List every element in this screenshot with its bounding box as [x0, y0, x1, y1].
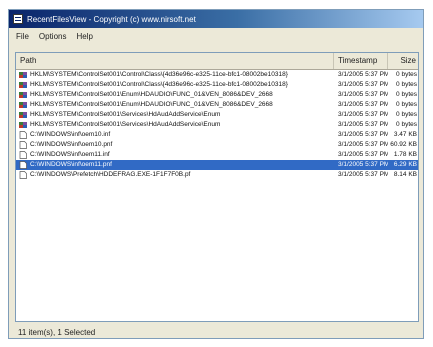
file-icon [19, 161, 27, 169]
table-row[interactable]: HKLM\SYSTEM\ControlSet001\Control\Class\… [16, 80, 418, 90]
cell-path: C:\WINDOWS\inf\oem11.pnf [30, 161, 112, 168]
cell-size: 0 bytes [396, 121, 417, 128]
cell-path: C:\WINDOWS\inf\oem10.pnf [30, 141, 113, 148]
cell-timestamp: 3/1/2005 5:37 PM [338, 121, 388, 128]
table-row[interactable]: HKLM\SYSTEM\ControlSet001\Services\HdAud… [16, 110, 418, 120]
cell-path: HKLM\SYSTEM\ControlSet001\Control\Class\… [30, 71, 288, 78]
cell-timestamp: 3/1/2005 5:37 PM [338, 101, 388, 108]
cell-path: C:\WINDOWS\inf\oem10.inf [30, 131, 111, 138]
column-header-size[interactable]: Size [388, 53, 418, 69]
cell-size: 8.14 KB [393, 171, 417, 178]
table-row[interactable]: HKLM\SYSTEM\ControlSet001\Enum\HDAUDIO\F… [16, 100, 418, 110]
cell-path: HKLM\SYSTEM\ControlSet001\Services\HdAud… [30, 121, 221, 128]
menu-options[interactable]: Options [34, 32, 72, 41]
registry-icon [19, 122, 27, 128]
cell-path: HKLM\SYSTEM\ControlSet001\Enum\HDAUDIO\F… [30, 101, 273, 108]
table-row[interactable]: C:\WINDOWS\inf\oem10.inf 3/1/2005 5:37 PM… [16, 130, 418, 140]
cell-size: 0 bytes [396, 81, 417, 88]
cell-path: HKLM\SYSTEM\ControlSet001\Control\Class\… [30, 81, 288, 88]
app-window: RecentFilesView - Copyright (c) www.nirs… [8, 9, 424, 339]
app-icon [13, 14, 23, 24]
cell-timestamp: 3/1/2005 5:37 PM [338, 161, 388, 168]
column-header-timestamp[interactable]: Timestamp [334, 53, 388, 69]
file-icon [19, 171, 27, 179]
column-header-path[interactable]: Path [16, 53, 334, 69]
status-bar: 11 item(s), 1 Selected [18, 328, 96, 337]
cell-size: 60.92 KB [390, 141, 417, 148]
list-header: Path Timestamp Size [16, 53, 418, 70]
registry-icon [19, 102, 27, 108]
cell-timestamp: 3/1/2005 5:37 PM [338, 111, 388, 118]
cell-timestamp: 3/1/2005 5:37 PM [338, 171, 388, 178]
cell-timestamp: 3/1/2005 5:37 PM [338, 91, 388, 98]
table-row[interactable]: HKLM\SYSTEM\ControlSet001\Control\Class\… [16, 70, 418, 80]
registry-icon [19, 92, 27, 98]
cell-path: C:\WINDOWS\inf\oem11.inf [30, 151, 110, 158]
file-icon [19, 131, 27, 139]
menu-bar: File Options Help [9, 29, 423, 44]
cell-size: 0 bytes [396, 91, 417, 98]
registry-icon [19, 112, 27, 118]
cell-size: 3.47 KB [393, 131, 417, 138]
registry-icon [19, 72, 27, 78]
cell-size: 1.78 KB [393, 151, 417, 158]
menu-file[interactable]: File [11, 32, 34, 41]
list-body: HKLM\SYSTEM\ControlSet001\Control\Class\… [16, 70, 418, 180]
table-row[interactable]: C:\WINDOWS\inf\oem11.inf 3/1/2005 5:37 PM… [16, 150, 418, 160]
menu-help[interactable]: Help [71, 32, 97, 41]
title-bar[interactable]: RecentFilesView - Copyright (c) www.nirs… [9, 10, 423, 28]
registry-icon [19, 82, 27, 88]
table-row[interactable]: C:\WINDOWS\inf\oem10.pnf 3/1/2005 5:37 PM… [16, 140, 418, 150]
window-title: RecentFilesView - Copyright (c) www.nirs… [27, 14, 196, 24]
cell-timestamp: 3/1/2005 5:37 PM [338, 141, 388, 148]
recent-files-list[interactable]: Path Timestamp Size HKLM\SYSTEM\ControlS… [15, 52, 419, 322]
file-icon [19, 141, 27, 149]
table-row[interactable]: C:\WINDOWS\Prefetch\HDDEFRAG.EXE-1F1F7F0… [16, 170, 418, 180]
table-row[interactable]: C:\WINDOWS\inf\oem11.pnf 3/1/2005 5:37 PM… [16, 160, 418, 170]
cell-path: HKLM\SYSTEM\ControlSet001\Services\HdAud… [30, 111, 221, 118]
table-row[interactable]: HKLM\SYSTEM\ControlSet001\Enum\HDAUDIO\F… [16, 90, 418, 100]
cell-path: HKLM\SYSTEM\ControlSet001\Enum\HDAUDIO\F… [30, 91, 273, 98]
cell-size: 0 bytes [396, 101, 417, 108]
cell-size: 0 bytes [396, 111, 417, 118]
cell-timestamp: 3/1/2005 5:37 PM [338, 81, 388, 88]
cell-size: 6.29 KB [393, 161, 417, 168]
table-row[interactable]: HKLM\SYSTEM\ControlSet001\Services\HdAud… [16, 120, 418, 130]
cell-timestamp: 3/1/2005 5:37 PM [338, 131, 388, 138]
cell-size: 0 bytes [396, 71, 417, 78]
cell-path: C:\WINDOWS\Prefetch\HDDEFRAG.EXE-1F1F7F0… [30, 171, 191, 178]
cell-timestamp: 3/1/2005 5:37 PM [338, 71, 388, 78]
file-icon [19, 151, 27, 159]
cell-timestamp: 3/1/2005 5:37 PM [338, 151, 388, 158]
